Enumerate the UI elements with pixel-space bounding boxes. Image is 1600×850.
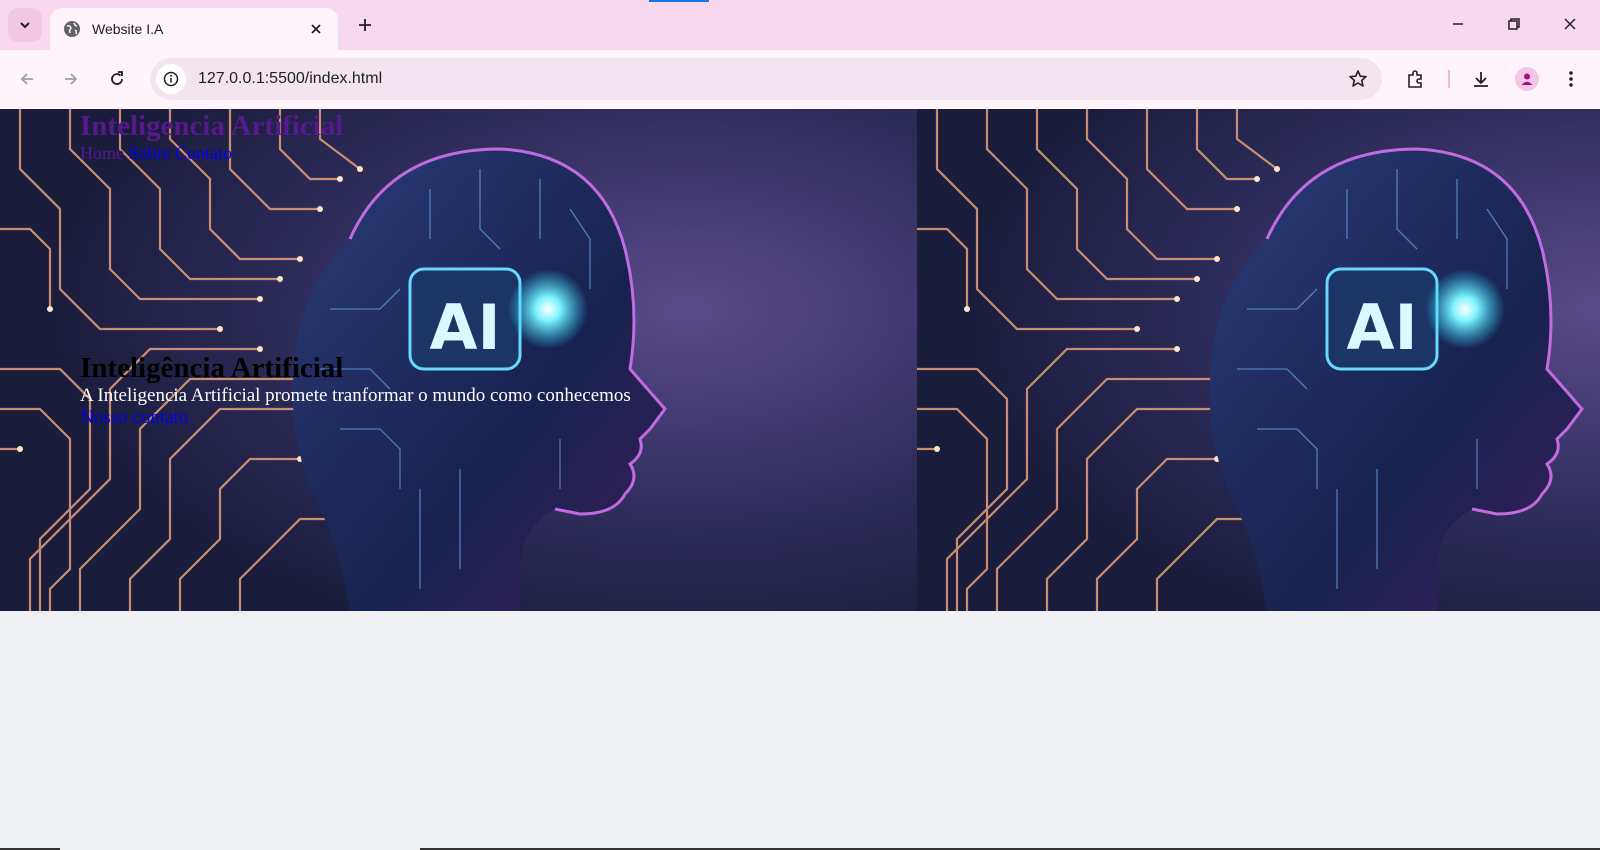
bookmark-star-icon[interactable] — [1340, 61, 1376, 97]
profile-button[interactable] — [1510, 62, 1544, 96]
forward-icon[interactable] — [54, 62, 88, 96]
close-tab-icon[interactable] — [304, 17, 328, 41]
hero-title: Inteligência Artificial — [80, 352, 344, 384]
url-text[interactable]: 127.0.0.1:5500/index.html — [198, 70, 1340, 88]
hero-section: Inteligência Artificial A Inteligencia A… — [80, 352, 631, 428]
ai-head-image-repeat: AI — [917, 109, 1600, 611]
new-tab-icon[interactable] — [350, 10, 380, 40]
download-icon[interactable] — [1464, 62, 1498, 96]
extensions-icon[interactable] — [1398, 62, 1432, 96]
tab-search-button[interactable] — [8, 8, 42, 42]
hero-subtitle: A Inteligencia Artificial promete tranfo… — [80, 385, 631, 406]
browser-toolbar: 127.0.0.1:5500/index.html — [0, 50, 1600, 109]
site-nav: Home Sobre Contato — [80, 143, 343, 163]
globe-icon — [62, 19, 82, 39]
browser-tab[interactable]: Website I.A — [50, 8, 338, 50]
toolbar-divider — [1448, 70, 1450, 88]
site-header: Inteligencia Artificial Home Sobre Conta… — [80, 109, 343, 163]
reload-icon[interactable] — [100, 62, 134, 96]
menu-kebab-icon[interactable] — [1554, 62, 1588, 96]
tab-title: Website I.A — [92, 21, 164, 37]
nav-link-contato[interactable]: Contato — [175, 143, 232, 163]
site-info-icon[interactable] — [156, 64, 186, 94]
site-title: Inteligencia Artificial — [80, 110, 344, 142]
contact-link[interactable]: Nosso contato — [80, 408, 188, 428]
tab-strip: Website I.A — [0, 0, 1600, 50]
nav-link-sobre[interactable]: Sobre — [129, 143, 171, 163]
back-icon[interactable] — [10, 62, 44, 96]
restore-icon[interactable] — [1492, 8, 1536, 40]
minimize-icon[interactable] — [1436, 8, 1480, 40]
chevron-down-icon — [20, 22, 30, 29]
close-window-icon[interactable] — [1548, 8, 1592, 40]
ai-badge-text-repeat: AI — [1346, 291, 1417, 364]
loading-indicator — [649, 0, 709, 2]
avatar-icon — [1515, 67, 1539, 91]
address-bar[interactable]: 127.0.0.1:5500/index.html — [150, 58, 1382, 100]
nav-link-home[interactable]: Home — [80, 143, 124, 163]
